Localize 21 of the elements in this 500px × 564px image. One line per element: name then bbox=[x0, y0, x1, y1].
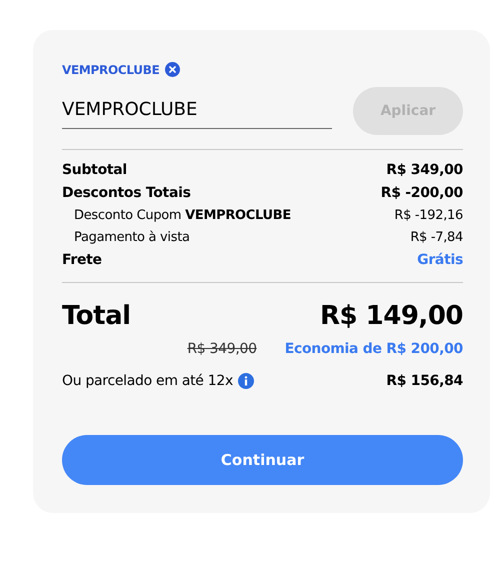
coupon-input-field[interactable]: VEMPROCLUBE bbox=[62, 93, 332, 129]
remove-coupon-icon[interactable] bbox=[165, 62, 180, 77]
summary-value: R$ -7,84 bbox=[410, 230, 463, 245]
original-price: R$ 349,00 bbox=[187, 341, 257, 357]
summary-label: Desconto Cupom VEMPROCLUBE bbox=[74, 208, 291, 223]
summary-value: R$ 349,00 bbox=[386, 162, 463, 178]
applied-coupon-label: VEMPROCLUBE bbox=[62, 62, 160, 76]
continue-button[interactable]: Continuar bbox=[62, 435, 463, 485]
summary-value: Grátis bbox=[417, 252, 463, 268]
summary-label: Descontos Totais bbox=[62, 185, 191, 201]
summary-label: Pagamento à vista bbox=[74, 230, 190, 245]
total-label: Total bbox=[62, 301, 131, 331]
savings-text: Economia de R$ 200,00 bbox=[284, 341, 463, 357]
total-value: R$ 149,00 bbox=[320, 301, 463, 331]
summary-label: Subtotal bbox=[62, 162, 127, 178]
summary-value: R$ -200,00 bbox=[380, 185, 463, 201]
summary-value: R$ -192,16 bbox=[394, 208, 463, 223]
info-icon[interactable] bbox=[238, 373, 254, 389]
summary-label: Frete bbox=[62, 252, 102, 268]
installments-label: Ou parcelado em até 12x bbox=[62, 373, 233, 389]
installments-value: R$ 156,84 bbox=[386, 373, 463, 389]
